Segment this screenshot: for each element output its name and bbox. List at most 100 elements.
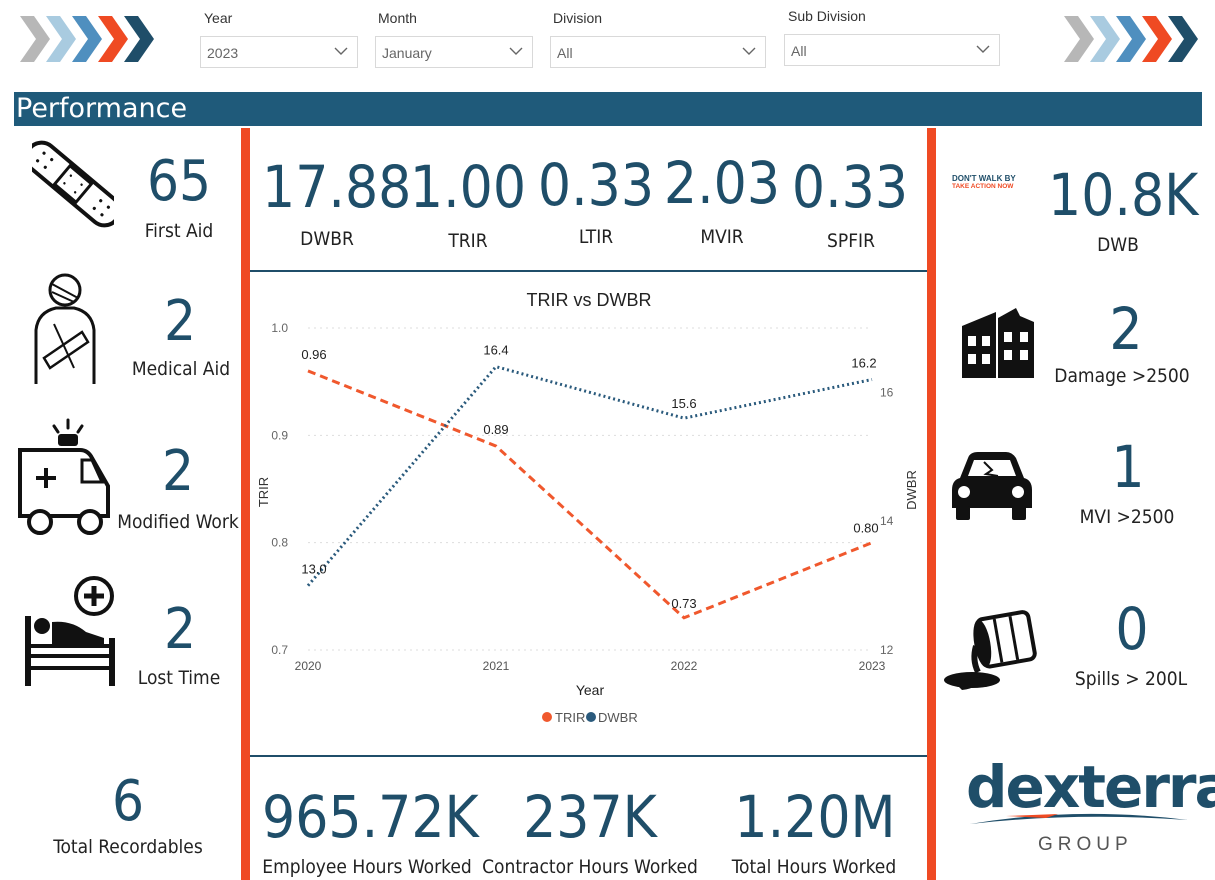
first-aid-value: 65 — [146, 149, 212, 214]
total-recordables-label: Total Recordables — [53, 836, 203, 858]
year-filter-dropdown[interactable]: 2023 — [200, 36, 358, 68]
y-tick-label: 0.9 — [271, 428, 288, 442]
spfir-value: 0.33 — [791, 153, 909, 221]
dont-walk-by-logo: DON'T WALK BY TAKE ACTION NOW — [952, 175, 1022, 191]
trir-data-label: 0.73 — [671, 596, 696, 611]
hours-divider — [250, 755, 927, 757]
modified-work-label: Modified Work — [117, 511, 239, 533]
trir-label: TRIR — [448, 230, 488, 252]
trir-value: 1.00 — [409, 153, 527, 221]
employee-hours-label: Employee Hours Worked — [262, 856, 472, 878]
x-tick-label: 2021 — [483, 659, 510, 673]
division-filter-dropdown[interactable]: All — [550, 36, 766, 68]
contractor-hours-value: 237K — [523, 783, 657, 851]
contractor-hours-label: Contractor Hours Worked — [482, 856, 698, 878]
y-tick-label: 0.7 — [271, 643, 288, 657]
chevron-logo-left — [20, 16, 154, 62]
subdivision-filter-value: All — [791, 43, 807, 59]
division-filter-value: All — [557, 45, 573, 61]
subdivision-filter-label: Sub Division — [788, 8, 866, 24]
month-filter-value: January — [382, 45, 432, 61]
dwbr-data-label: 16.4 — [483, 343, 508, 358]
legend-trir-marker — [542, 712, 552, 722]
barrel-spill-icon — [944, 610, 1037, 690]
brand-sub: GROUP — [1038, 834, 1133, 855]
performance-banner: Performance — [14, 92, 1202, 126]
mvir-value: 2.03 — [663, 149, 781, 217]
legend-dwbr-marker — [586, 712, 596, 722]
take-action-text: TAKE ACTION NOW — [952, 183, 1014, 190]
y2-tick-label: 14 — [880, 514, 894, 528]
rates-divider — [250, 270, 927, 272]
dwbr-label: DWBR — [300, 228, 354, 250]
mvi-label: MVI >2500 — [1079, 506, 1175, 528]
dwb-label: DWB — [1097, 234, 1139, 256]
ltir-value: 0.33 — [537, 151, 655, 219]
chevron-down-icon — [742, 47, 756, 55]
x-axis-label: Year — [576, 682, 605, 698]
trir-line — [307, 369, 873, 620]
chevron-logo-right — [1064, 16, 1198, 62]
employee-hours-value: 965.72K — [262, 783, 479, 851]
ltir-label: LTIR — [578, 226, 614, 248]
subdivision-filter-dropdown[interactable]: All — [784, 34, 1000, 66]
spills-value: 0 — [1115, 595, 1149, 663]
injured-person-icon — [34, 273, 96, 384]
total-recordables-value: 6 — [111, 769, 145, 834]
dwb-value: 10.8K — [1048, 161, 1199, 229]
month-filter-dropdown[interactable]: January — [375, 36, 533, 68]
left-divider — [241, 128, 250, 880]
y2-axis-label: DWBR — [904, 470, 919, 510]
brand-swoosh — [970, 813, 1188, 824]
damage-label: Damage >2500 — [1054, 365, 1190, 387]
car-crash-icon — [952, 452, 1032, 520]
trir-vs-dwbr-chart: TRIR vs DWBR TRIR DWBR Year 0.7 0.8 0.9 1.0… — [256, 290, 919, 725]
y2-tick-label: 16 — [880, 385, 894, 399]
medical-aid-label: Medical Aid — [131, 358, 231, 380]
dexterra-logo: dexterra GROUP — [966, 752, 1215, 862]
spills-label: Spills > 200L — [1074, 668, 1188, 690]
y-axis-label: TRIR — [256, 477, 271, 507]
trir-data-label: 0.89 — [483, 422, 508, 437]
dwbr-data-label: 13.0 — [301, 562, 326, 577]
y-tick-label: 0.8 — [271, 536, 288, 550]
total-hours-value: 1.20M — [734, 783, 896, 851]
trir-data-label: 0.96 — [301, 347, 326, 362]
right-divider — [927, 128, 936, 880]
chevron-down-icon — [509, 47, 523, 55]
dwbr-data-label: 16.2 — [851, 356, 876, 371]
lost-time-label: Lost Time — [137, 667, 221, 689]
chevron-down-icon — [976, 45, 990, 53]
ambulance-icon — [18, 418, 110, 535]
hospital-bed-icon — [25, 576, 115, 686]
lost-time-value: 2 — [163, 597, 197, 662]
bandage-icon — [32, 140, 114, 228]
trir-data-label: 0.80 — [853, 521, 878, 536]
page-title: Performance — [16, 93, 188, 124]
month-filter-label: Month — [378, 10, 417, 26]
dwbr-data-label: 15.6 — [671, 396, 696, 411]
year-filter-value: 2023 — [207, 45, 239, 61]
y2-tick-label: 12 — [880, 643, 894, 657]
x-tick-label: 2020 — [295, 659, 322, 673]
building-damage-icon — [962, 308, 1034, 378]
dwbr-line — [306, 364, 873, 587]
division-filter-label: Division — [553, 10, 603, 26]
total-hours-label: Total Hours Worked — [731, 856, 897, 878]
mvi-value: 1 — [1111, 433, 1145, 501]
legend-trir-label: TRIR — [555, 710, 585, 725]
modified-work-value: 2 — [161, 439, 195, 504]
legend-dwbr-label: DWBR — [598, 710, 638, 725]
y-tick-label: 1.0 — [271, 321, 288, 335]
x-tick-label: 2022 — [671, 659, 698, 673]
x-tick-label: 2023 — [859, 659, 886, 673]
mvir-label: MVIR — [700, 226, 744, 248]
dwbr-value: 17.88 — [262, 153, 412, 221]
damage-value: 2 — [1109, 295, 1143, 363]
medical-aid-value: 2 — [163, 289, 197, 354]
year-filter-label: Year — [204, 10, 233, 26]
dont-walk-by-text: DON'T WALK BY — [952, 174, 1016, 183]
chart-title: TRIR vs DWBR — [527, 290, 652, 310]
spfir-label: SPFIR — [827, 230, 875, 252]
chevron-down-icon — [334, 47, 348, 55]
